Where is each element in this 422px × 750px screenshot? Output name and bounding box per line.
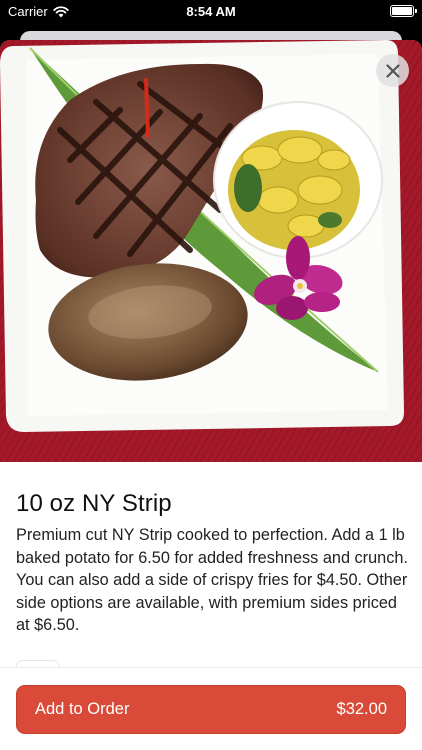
status-time: 8:54 AM [186, 4, 236, 19]
item-description: Premium cut NY Strip cooked to perfectio… [16, 526, 408, 634]
order-footer: Add to Order $32.00 [0, 667, 422, 750]
close-icon [385, 63, 400, 78]
order-price: $32.00 [336, 700, 387, 718]
status-bar: Carrier 8:54 AM [0, 0, 422, 24]
item-detail-sheet: 10 oz NY Strip Premium cut NY Strip cook… [0, 40, 422, 750]
item-photo [0, 40, 422, 462]
add-to-order-button[interactable]: Add to Order $32.00 [16, 685, 406, 734]
battery-icon [390, 5, 417, 17]
add-to-order-label: Add to Order [35, 700, 130, 718]
item-title: 10 oz NY Strip [16, 490, 172, 517]
steak-plate-illustration [0, 40, 422, 462]
close-button[interactable] [376, 54, 409, 87]
